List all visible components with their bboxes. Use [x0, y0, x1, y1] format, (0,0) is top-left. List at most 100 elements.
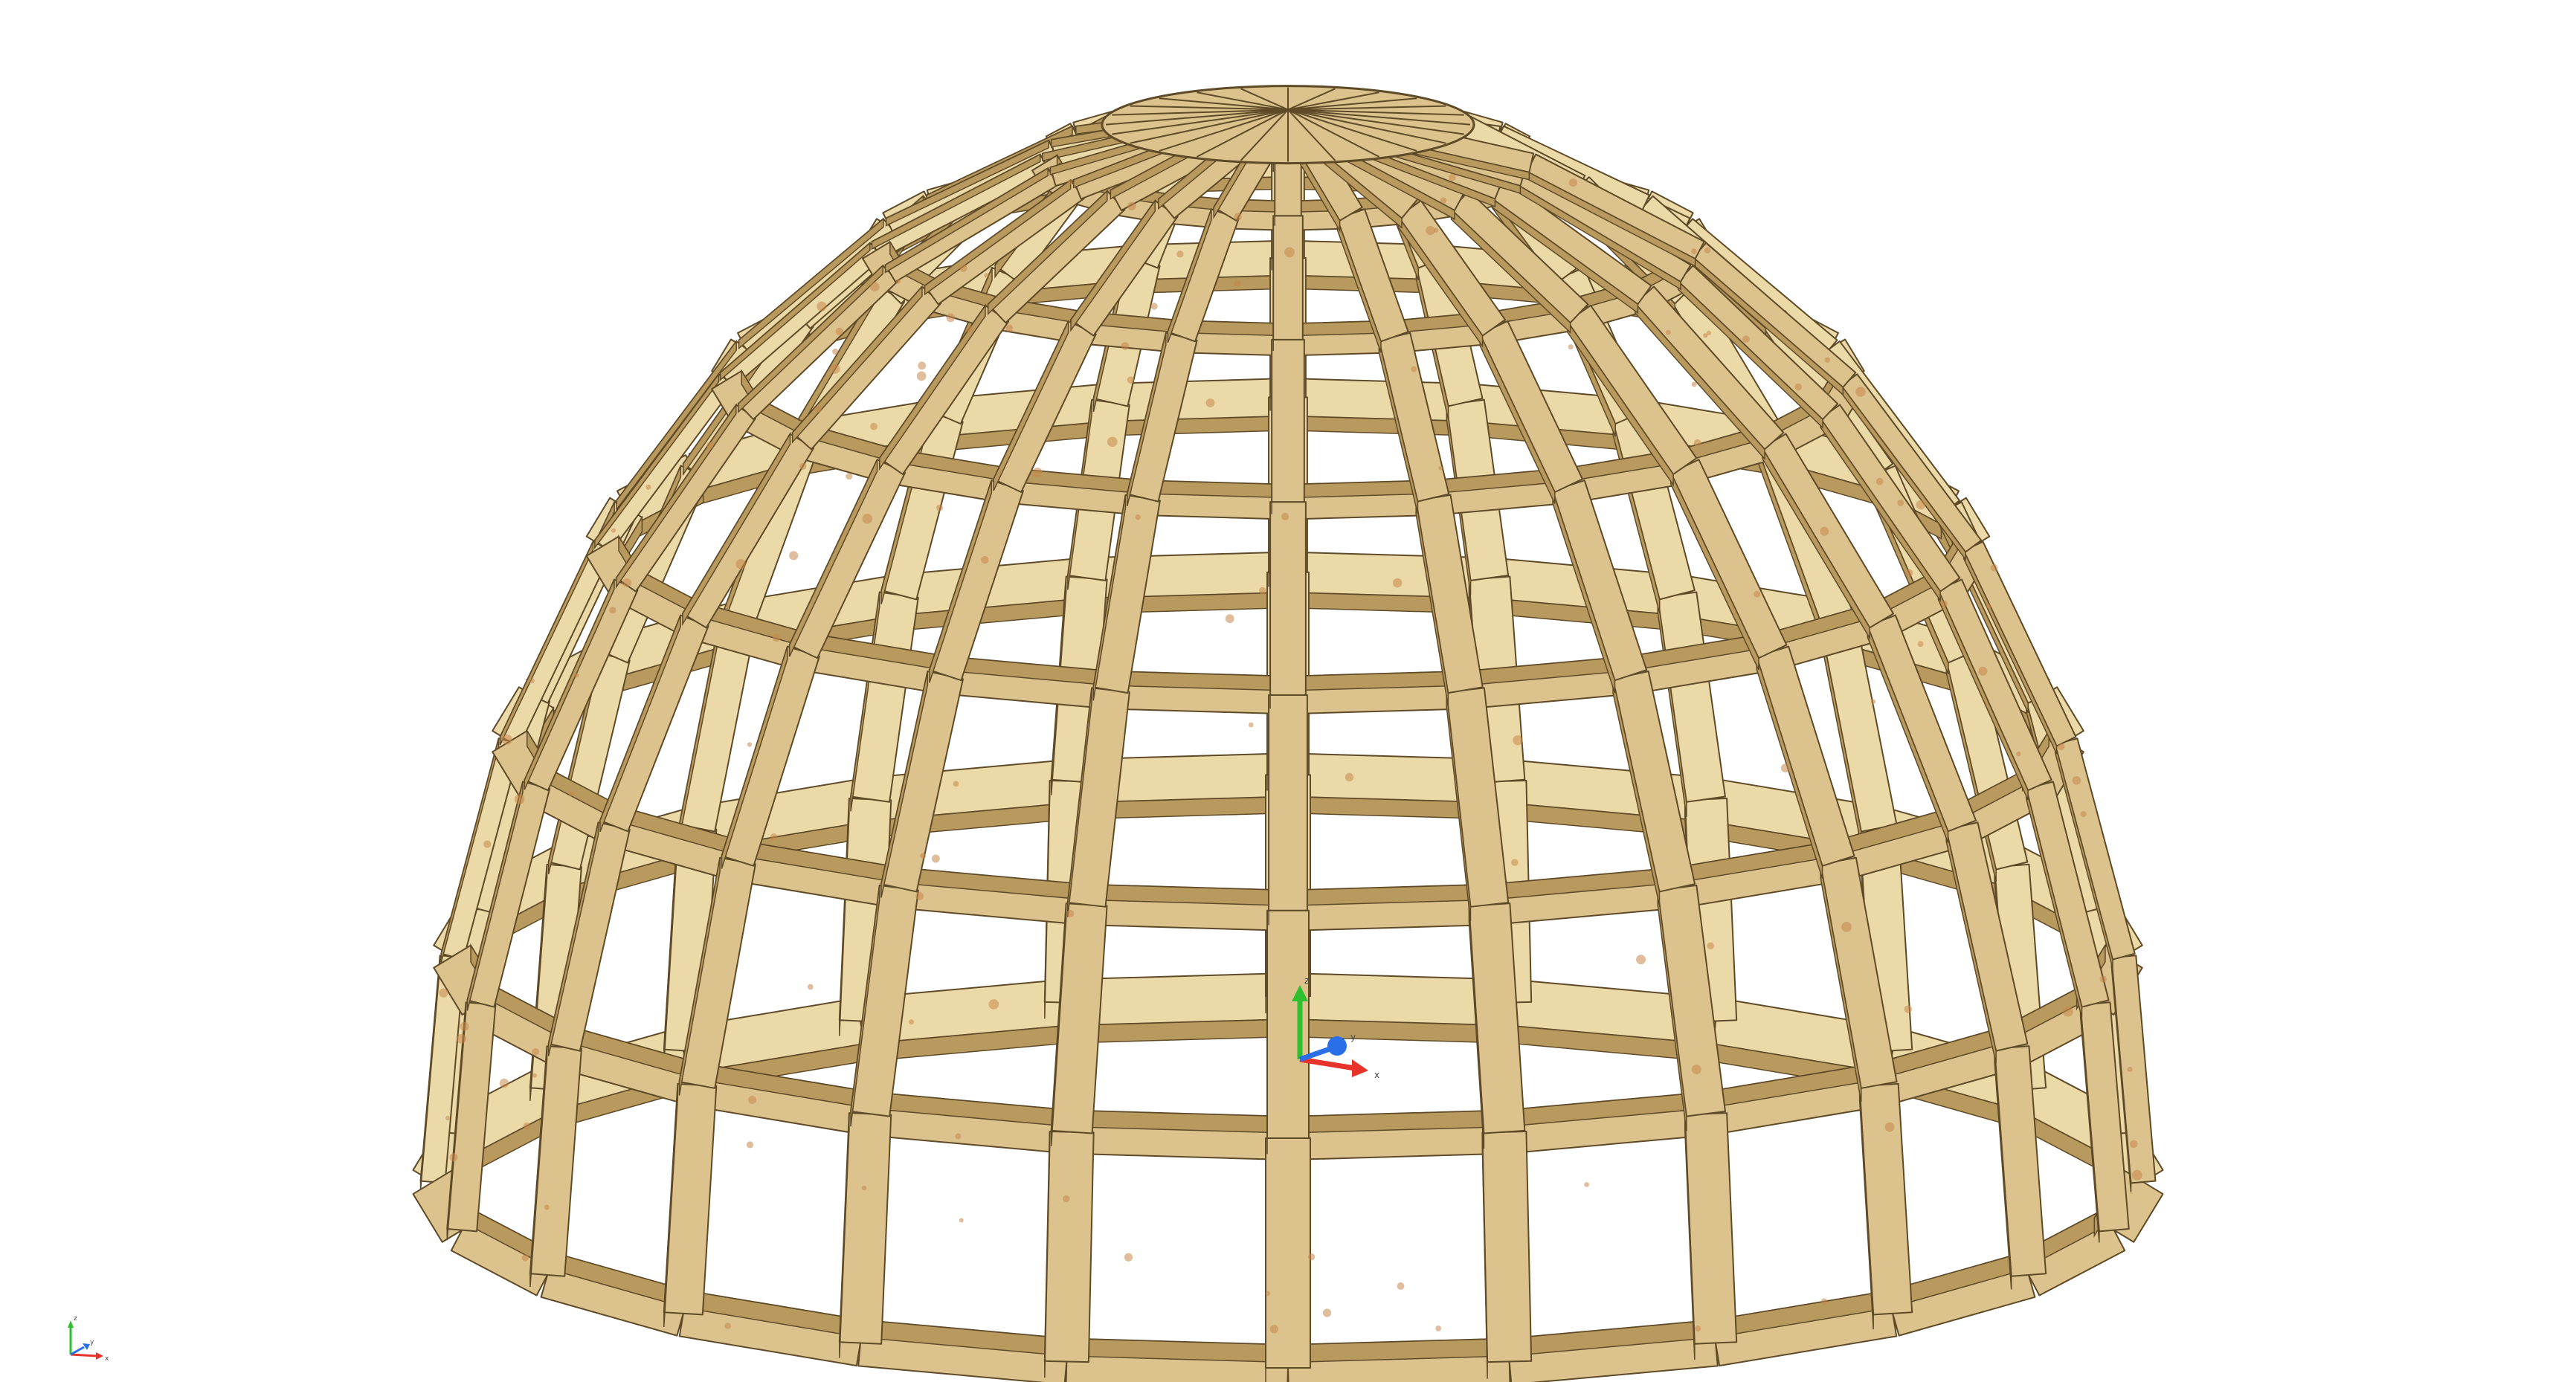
wood-knot	[645, 484, 651, 490]
wood-knot	[1392, 578, 1403, 588]
wood-knot	[1411, 366, 1417, 372]
wood-knot	[2062, 1006, 2073, 1017]
wood-knot	[1694, 1325, 1701, 1332]
wood-knot	[931, 854, 940, 863]
wood-knot	[770, 833, 778, 841]
x-axis-line	[70, 1353, 98, 1357]
rib-beam	[1858, 1082, 1913, 1316]
wood-knot	[544, 1204, 550, 1210]
wood-knot	[1940, 600, 1948, 607]
wood-knot	[1693, 439, 1701, 447]
wood-knot	[1127, 376, 1135, 384]
wood-knot	[622, 578, 631, 587]
ring-beam	[1109, 378, 1289, 422]
x-axis-label: x	[1374, 1070, 1379, 1080]
wood-knot	[1568, 178, 1577, 187]
rib-beam	[1268, 694, 1308, 911]
wood-knot	[959, 264, 967, 272]
wood-knot	[984, 273, 990, 278]
wood-knot	[1703, 333, 1708, 338]
wood-knot	[955, 1133, 962, 1140]
wood-knot	[846, 473, 853, 480]
wood-knot	[457, 1033, 467, 1044]
wood-knot	[460, 1021, 469, 1031]
wood-knot	[1438, 465, 1443, 471]
wood-knot	[1568, 344, 1574, 350]
wood-knot	[2131, 1169, 2142, 1181]
wood-knot	[915, 891, 924, 900]
wood-knot	[1066, 909, 1075, 918]
wood-knot	[1176, 251, 1184, 258]
wood-knot	[988, 999, 999, 1010]
wood-knot	[1742, 335, 1750, 343]
wood-knot	[501, 734, 512, 745]
wood-knot	[832, 348, 839, 355]
wood-knot	[2057, 743, 2065, 751]
wood-knot	[748, 1095, 757, 1105]
wood-knot	[815, 405, 822, 413]
wood-knot	[1897, 499, 1904, 506]
wood-knot	[2080, 810, 2087, 818]
wood-knot	[1435, 1326, 1442, 1331]
wood-knot	[2099, 975, 2107, 983]
rib-beam	[1266, 909, 1310, 1140]
wood-knot	[1440, 197, 1447, 204]
wood-knot	[2016, 751, 2021, 757]
x-axis-arrow	[96, 1352, 103, 1360]
wood-knot	[1794, 383, 1803, 391]
wood-knot	[1691, 381, 1697, 387]
wood-knot	[870, 282, 880, 292]
x-axis-label: x	[105, 1355, 109, 1363]
wood-knot	[529, 678, 535, 684]
wood-knot	[1754, 590, 1761, 598]
3d-viewport[interactable]: z x y z x y	[0, 0, 2576, 1382]
wood-knot	[1234, 213, 1242, 221]
z-axis-label: z	[1304, 975, 1309, 986]
wood-knot	[1265, 1291, 1271, 1297]
wood-knot	[1904, 569, 1913, 577]
wood-knot	[1248, 722, 1254, 728]
z-axis-label: z	[74, 1315, 77, 1323]
wood-knot	[1284, 247, 1295, 258]
x-axis-arrow	[1352, 1059, 1368, 1077]
wood-knot	[1124, 1253, 1133, 1262]
wood-knot	[439, 988, 448, 998]
wood-knot	[1258, 587, 1266, 595]
wood-knot	[1511, 859, 1519, 866]
wood-knot	[1916, 500, 1926, 510]
dome-front-frame	[412, 85, 2164, 1382]
wood-knot	[1397, 1282, 1405, 1290]
wood-knot	[1841, 922, 1852, 932]
wood-knot	[1063, 1195, 1070, 1203]
z-axis-arrow	[68, 1320, 74, 1328]
wood-knot	[568, 791, 574, 797]
wood-knot	[1225, 614, 1234, 624]
wood-knot	[1449, 173, 1456, 181]
wood-knot	[2127, 1066, 2133, 1073]
wood-knot	[521, 1254, 529, 1262]
wood-knot	[1433, 227, 1439, 233]
y-axis-line	[70, 1346, 85, 1356]
wood-knot	[574, 673, 579, 678]
wood-knot	[1067, 180, 1073, 185]
wood-knot	[959, 1218, 964, 1223]
wood-knot	[1986, 604, 1991, 609]
dome-scene[interactable]: z x y z x y	[0, 0, 2576, 1382]
wood-knot	[1234, 280, 1241, 287]
wood-knot	[1107, 436, 1118, 448]
wood-knot	[2072, 775, 2081, 785]
wood-knot	[499, 1078, 509, 1088]
wood-knot	[1636, 955, 1646, 965]
wood-knot	[1269, 1325, 1279, 1334]
wood-knot	[1665, 329, 1671, 335]
wood-knot	[895, 279, 901, 284]
wood-knot	[735, 559, 747, 569]
wood-knot	[445, 1115, 451, 1121]
rib-beam	[1272, 215, 1304, 340]
wood-knot	[817, 301, 827, 311]
ring-beam	[1287, 378, 1467, 422]
wood-knot	[965, 325, 973, 333]
wood-knot	[1135, 514, 1141, 520]
wood-knot	[862, 514, 873, 524]
wood-knot	[909, 1019, 915, 1025]
